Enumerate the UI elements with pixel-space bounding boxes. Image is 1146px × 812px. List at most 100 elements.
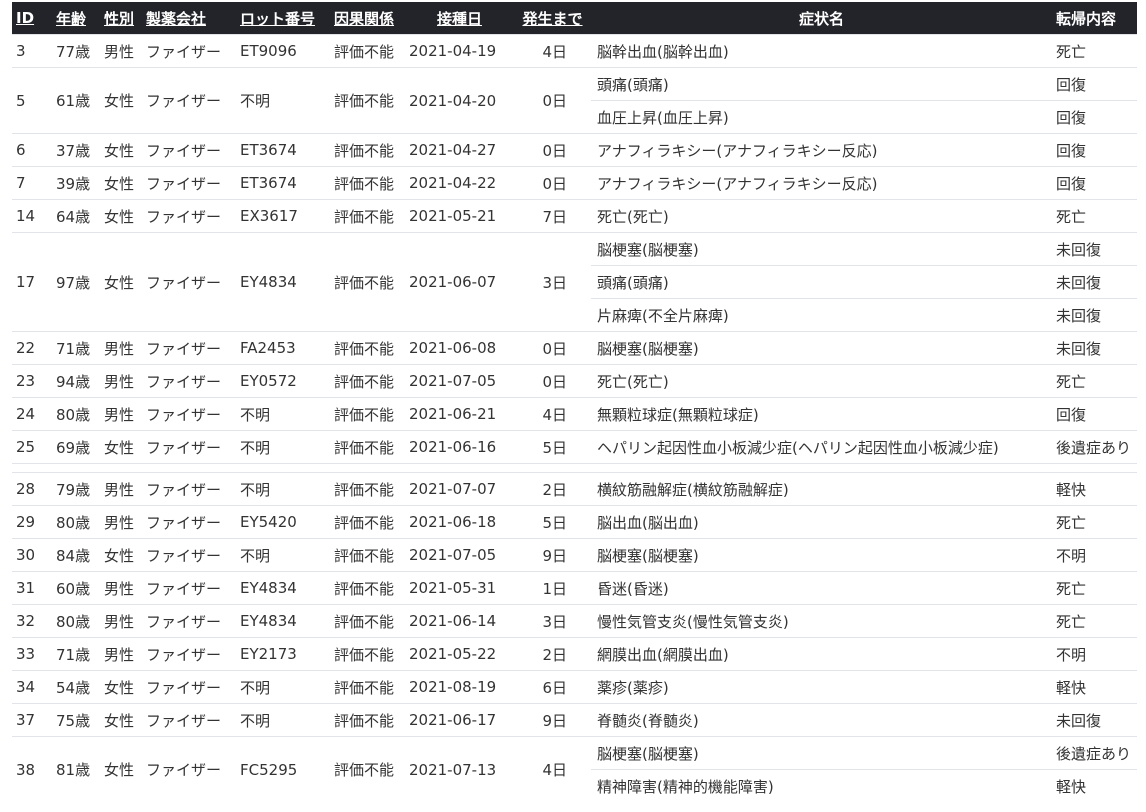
cell-outcome: 死亡 [1052,571,1137,605]
cell-sex: 男性 [100,472,142,506]
cell-outcome: 後遺症あり [1052,736,1137,770]
column-header-maker[interactable]: 製薬会社 [142,2,236,35]
cell-id: 23 [12,364,52,398]
cell-outcome: 未回復 [1052,298,1137,332]
cell-maker: ファイザー [142,166,236,200]
cell-lot: ET9096 [236,34,330,68]
cell-symptom: 死亡(死亡) [591,199,1052,233]
cell-id: 38 [12,736,52,802]
column-header-sex-label[interactable]: 性別 [104,10,134,28]
table-row: 25 69歳 女性 ファイザー 不明 評価不能 2021-06-16 5日 ヘパリン起因性血小板… [12,430,1137,464]
cell-days: 9日 [514,703,591,737]
cell-age: 69歳 [52,430,100,464]
cell-outcome: 未回復 [1052,331,1137,365]
column-header-date-label[interactable]: 接種日 [437,10,482,28]
cell-sex: 女性 [100,736,142,802]
table-row: 31 60歳 男性 ファイザー EY4834 評価不能 2021-05-31 1日 昏迷(昏迷)… [12,571,1137,605]
column-header-age-label[interactable]: 年齢 [56,10,86,28]
cell-lot: 不明 [236,670,330,704]
cell-outcome: 未回復 [1052,703,1137,737]
cell-lot: EY2173 [236,637,330,671]
column-header-id-label[interactable]: ID [16,9,34,27]
cell-outcome: 死亡 [1052,199,1137,233]
cell-causality: 評価不能 [330,571,405,605]
cell-date: 2021-06-07 [405,232,514,332]
table-row: 32 80歳 男性 ファイザー EY4834 評価不能 2021-06-14 3日 慢性気管支炎… [12,604,1137,638]
cell-symptom: 無顆粒球症(無顆粒球症) [591,397,1052,431]
cell-maker: ファイザー [142,67,236,134]
cell-causality: 評価不能 [330,166,405,200]
cell-causality: 評価不能 [330,67,405,134]
cell-outcome: 不明 [1052,538,1137,572]
cell-date: 2021-04-27 [405,133,514,167]
table-row: 7 39歳 女性 ファイザー ET3674 評価不能 2021-04-22 0日 アナフィラキシ… [12,166,1137,200]
column-header-lot-label[interactable]: ロット番号 [240,10,315,28]
cell-id: 25 [12,430,52,464]
cell-symptom: ヘパリン起因性血小板減少症(ヘパリン起因性血小板減少症) [591,430,1052,464]
column-header-causality[interactable]: 因果関係 [330,2,405,35]
cell-lot: EY0572 [236,364,330,398]
cell-sex: 女性 [100,703,142,737]
cell-lot: 不明 [236,472,330,506]
cell-id: 7 [12,166,52,200]
column-header-lot[interactable]: ロット番号 [236,2,330,35]
column-header-outcome-label: 転帰内容 [1056,9,1117,28]
cell-causality: 評価不能 [330,232,405,332]
cell-maker: ファイザー [142,472,236,506]
cell-maker: ファイザー [142,703,236,737]
cell-date: 2021-05-22 [405,637,514,671]
column-header-days[interactable]: 発生まで [514,2,591,35]
column-header-maker-label[interactable]: 製薬会社 [146,10,206,28]
cell-id: 33 [12,637,52,671]
cell-date: 2021-04-19 [405,34,514,68]
cell-lot: EY4834 [236,604,330,638]
column-header-id[interactable]: ID [12,2,52,35]
cell-id: 3 [12,34,52,68]
cell-causality: 評価不能 [330,199,405,233]
column-header-date[interactable]: 接種日 [405,2,514,35]
cell-days: 0日 [514,364,591,398]
cell-days: 5日 [514,505,591,539]
cell-id: 6 [12,133,52,167]
cell-date: 2021-07-07 [405,472,514,506]
cell-outcome: 死亡 [1052,364,1137,398]
cell-age: 80歳 [52,505,100,539]
cell-days: 7日 [514,199,591,233]
cell-causality: 評価不能 [330,430,405,464]
cell-sex: 男性 [100,364,142,398]
cell-symptom: 脳梗塞(脳梗塞) [591,232,1052,266]
table-body: 3 77歳 男性 ファイザー ET9096 評価不能 2021-04-19 4日 脳幹出血(脳幹… [12,34,1137,802]
cell-days: 4日 [514,397,591,431]
column-header-sex[interactable]: 性別 [100,2,142,35]
cell-symptom: 死亡(死亡) [591,364,1052,398]
column-header-age[interactable]: 年齢 [52,2,100,35]
cell-days: 0日 [514,166,591,200]
cell-age: 64歳 [52,199,100,233]
cell-days: 3日 [514,604,591,638]
cell-age: 61歳 [52,67,100,134]
cell-maker: ファイザー [142,331,236,365]
cell-sex: 男性 [100,637,142,671]
cell-causality: 評価不能 [330,34,405,68]
cell-symptom: 脳梗塞(脳梗塞) [591,538,1052,572]
cell-maker: ファイザー [142,505,236,539]
cell-outcome: 未回復 [1052,232,1137,266]
cell-outcome: 死亡 [1052,604,1137,638]
table-row: 24 80歳 男性 ファイザー 不明 評価不能 2021-06-21 4日 無顆粒球症(無顆粒球… [12,397,1137,431]
cell-causality: 評価不能 [330,472,405,506]
cell-age: 97歳 [52,232,100,332]
cell-id: 31 [12,571,52,605]
cell-maker: ファイザー [142,571,236,605]
cell-maker: ファイザー [142,430,236,464]
cell-sex: 女性 [100,166,142,200]
column-header-days-label[interactable]: 発生まで [522,10,582,28]
cell-causality: 評価不能 [330,670,405,704]
column-header-symptom-label: 症状名 [798,9,844,28]
cell-maker: ファイザー [142,538,236,572]
cell-age: 60歳 [52,571,100,605]
column-header-causality-label[interactable]: 因果関係 [334,10,394,28]
cell-days: 0日 [514,67,591,134]
cell-maker: ファイザー [142,397,236,431]
table-row: 33 71歳 男性 ファイザー EY2173 評価不能 2021-05-22 2日 網膜出血(網… [12,637,1137,671]
cell-days: 5日 [514,430,591,464]
